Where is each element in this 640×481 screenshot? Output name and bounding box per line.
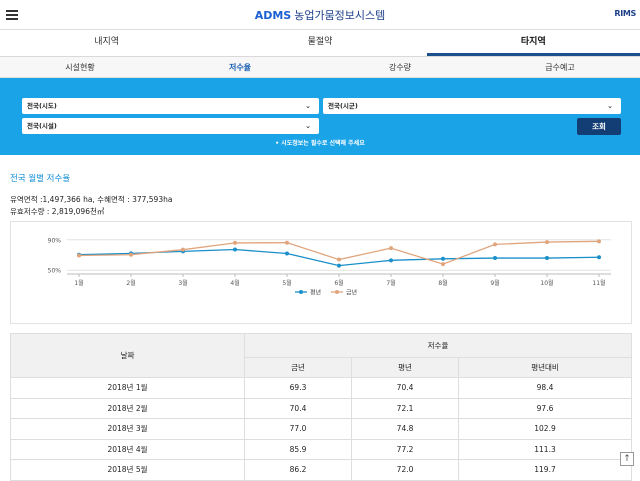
search-button[interactable]: 조회 (577, 118, 621, 135)
tab-other-region[interactable]: 타지역 (427, 30, 640, 56)
cell-average: 70.4 (352, 378, 459, 399)
cell-ratio: 119.7 (459, 460, 632, 481)
data-point (285, 241, 289, 245)
data-point (129, 253, 133, 257)
cell-date: 2018년 4월 (11, 439, 245, 460)
data-point (233, 241, 237, 245)
data-point (493, 256, 497, 260)
cell-average: 74.8 (352, 419, 459, 440)
storage-rate-line-chart: 90% 50% 1월 2월 3월 4월 5월 6월 7월 8월 9월 10월 11월평년 금년 (11, 222, 631, 323)
tab-storage-rate[interactable]: 저수율 (160, 57, 320, 77)
cell-ratio: 111.3 (459, 439, 632, 460)
data-point (545, 240, 549, 244)
cell-this-year: 77.0 (245, 419, 352, 440)
cell-date: 2018년 1월 (11, 378, 245, 399)
col-date-header: 날짜 (11, 334, 245, 378)
legend-marker (335, 290, 339, 294)
area-info: 유역면적 :1,497,366 ha, 수혜면적 : 377,593ha (10, 194, 172, 205)
tab-supply-notice[interactable]: 급수예고 (480, 57, 640, 77)
data-point (441, 257, 445, 261)
sigun-select[interactable]: 전국(시군) ⌄ (323, 98, 621, 114)
x-tick-label: 8월 (438, 279, 447, 287)
table-row: 2018년 3월77.074.8102.9 (11, 419, 632, 440)
data-point (389, 258, 393, 262)
tab-rainfall[interactable]: 강수량 (320, 57, 480, 77)
sub-tabs: 시설현황 저수율 강수량 급수예고 (0, 57, 640, 78)
cell-date: 2018년 3월 (11, 419, 245, 440)
arrow-up-icon[interactable]: ↑ (620, 452, 634, 466)
col-average-header: 평년 (352, 358, 459, 378)
y-tick-label: 90% (48, 237, 62, 244)
table-row: 2018년 5월86.272.0119.7 (11, 460, 632, 481)
x-tick-label: 4월 (230, 279, 239, 287)
data-point (389, 246, 393, 250)
required-notice: • 시도정보는 필수로 선택해 주세요 (0, 138, 640, 147)
cell-average: 77.2 (352, 439, 459, 460)
data-point (493, 242, 497, 246)
table-row: 2018년 4월85.977.2111.3 (11, 439, 632, 460)
top-bar: ADMS농업가뭄정보시스템 RIMS (0, 0, 640, 30)
facility-select[interactable]: 전국(시설) ⌄ (22, 118, 319, 134)
legend-marker (299, 290, 303, 294)
chart-container: 90% 50% 1월 2월 3월 4월 5월 6월 7월 8월 9월 10월 11월평년 금년 (10, 221, 632, 324)
tab-facility-status[interactable]: 시설현황 (0, 57, 160, 77)
cell-ratio: 98.4 (459, 378, 632, 399)
x-tick-label: 7월 (386, 279, 395, 287)
cell-this-year: 85.9 (245, 439, 352, 460)
cell-date: 2018년 2월 (11, 398, 245, 419)
data-point (597, 239, 601, 243)
cell-date: 2018년 5월 (11, 460, 245, 481)
cell-ratio: 102.9 (459, 419, 632, 440)
legend-label: 평년 (310, 289, 321, 297)
chevron-down-icon: ⌄ (607, 98, 613, 114)
section-title: 전국 월별 저수율 (10, 172, 70, 184)
app-name: 농업가뭄정보시스템 (294, 9, 385, 22)
sigun-select-value: 전국(시군) (328, 102, 358, 110)
data-point (337, 264, 341, 268)
x-tick-label: 9월 (490, 279, 499, 287)
data-point (597, 255, 601, 259)
chevron-down-icon: ⌄ (305, 118, 311, 134)
data-point (77, 254, 81, 258)
x-tick-label: 1월 (74, 279, 83, 287)
data-point (337, 258, 341, 262)
tab-my-region[interactable]: 내지역 (0, 30, 213, 56)
sido-select[interactable]: 전국(시도) ⌄ (22, 98, 319, 114)
brand-logo: ADMS (255, 9, 292, 22)
x-tick-label: 2월 (126, 279, 135, 287)
storage-info: 유효저수량 : 2,819,096천㎥ (10, 206, 104, 217)
cell-this-year: 69.3 (245, 378, 352, 399)
cell-average: 72.0 (352, 460, 459, 481)
col-this-year-header: 금년 (245, 358, 352, 378)
rims-logo[interactable]: RIMS (614, 9, 636, 18)
cell-average: 72.1 (352, 398, 459, 419)
main-tabs: 내지역 물절약 타지역 (0, 30, 640, 57)
cell-ratio: 97.6 (459, 398, 632, 419)
cell-this-year: 70.4 (245, 398, 352, 419)
chevron-down-icon: ⌄ (305, 98, 311, 114)
facility-select-value: 전국(시설) (27, 122, 57, 130)
app-title[interactable]: ADMS농업가뭄정보시스템 (0, 7, 640, 23)
y-tick-label: 50% (48, 268, 62, 275)
data-point (181, 248, 185, 252)
x-tick-label: 11월 (592, 279, 605, 287)
data-point (545, 256, 549, 260)
data-point (441, 262, 445, 266)
sido-select-value: 전국(시도) (27, 102, 57, 110)
x-tick-label: 3월 (178, 279, 187, 287)
tab-water-saving[interactable]: 물절약 (213, 30, 426, 56)
data-point (285, 251, 289, 255)
storage-table: 날짜 저수율 금년 평년 평년대비 2018년 1월69.370.498.4 2… (10, 333, 632, 481)
col-group-header: 저수율 (245, 334, 632, 358)
x-tick-label: 10월 (540, 279, 553, 287)
data-point (233, 248, 237, 252)
col-ratio-header: 평년대비 (459, 358, 632, 378)
table-row: 2018년 2월70.472.197.6 (11, 398, 632, 419)
legend-label: 금년 (346, 289, 357, 297)
x-tick-label: 5월 (282, 279, 291, 287)
x-tick-label: 6월 (334, 279, 343, 287)
table-row: 2018년 1월69.370.498.4 (11, 378, 632, 399)
cell-this-year: 86.2 (245, 460, 352, 481)
